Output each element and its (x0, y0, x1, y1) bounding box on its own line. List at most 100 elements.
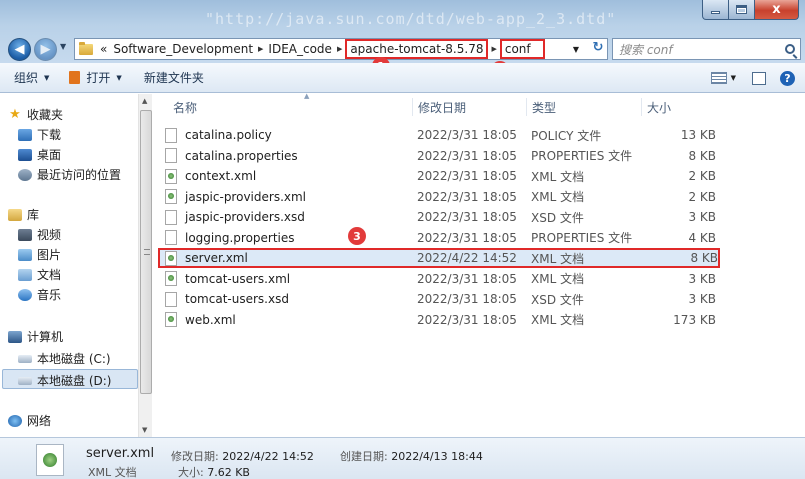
column-header-date[interactable]: 修改日期 (411, 94, 467, 120)
nav-computer[interactable]: 计算机 (8, 328, 63, 345)
file-date: 2022/3/31 18:05 (417, 271, 517, 286)
nav-documents[interactable]: 文档 (18, 266, 61, 283)
preview-pane-icon[interactable] (752, 71, 766, 85)
file-type: XML 文档 (531, 272, 585, 286)
column-header-type[interactable]: 类型 (525, 94, 556, 120)
search-icon[interactable] (785, 44, 795, 54)
column-header-size[interactable]: 大小 (640, 94, 672, 120)
file-size: 2 KB (688, 169, 716, 183)
nav-videos[interactable]: 视频 (18, 226, 61, 243)
file-date: 2022/3/31 18:05 (417, 189, 517, 204)
new-folder-button[interactable]: 新建文件夹 (132, 69, 214, 86)
xml-file-icon (165, 250, 177, 266)
file-type: XML 文档 (531, 251, 585, 266)
chevron-right-icon[interactable]: ▶ (335, 45, 344, 53)
file-size: 8 KB (690, 251, 718, 265)
help-icon[interactable]: ? (780, 70, 795, 86)
nav-downloads[interactable]: 下载 (18, 126, 61, 143)
file-type: PROPERTIES 文件 (531, 149, 633, 163)
minimize-button[interactable] (702, 0, 729, 20)
column-label: 修改日期 (418, 100, 467, 115)
maximize-button[interactable] (729, 0, 755, 20)
documents-icon (18, 268, 32, 281)
file-name: tomcat-users.xml (185, 271, 291, 286)
nav-music[interactable]: 音乐 (18, 286, 61, 303)
file-row[interactable]: jaspic-providers.xml 2022/3/31 18:05 XML 文… (161, 187, 716, 207)
chevron-right-icon[interactable]: ▶ (256, 45, 265, 53)
nav-label: 文档 (37, 268, 62, 282)
libraries-icon (8, 208, 22, 221)
file-type: POLICY 文件 (531, 128, 602, 143)
file-row[interactable]: tomcat-users.xml 2022/3/31 18:05 XML 文档 3 K… (161, 269, 716, 289)
breadcrumb-conf[interactable]: conf (499, 39, 545, 59)
details-created-value: 2022/4/13 18:44 (391, 450, 483, 463)
open-menu[interactable]: 打开 ▼ (59, 69, 131, 86)
nav-label: 图片 (37, 248, 62, 262)
file-icon (165, 230, 177, 245)
file-name-cell: context.xml (165, 168, 257, 184)
file-row[interactable]: logging.properties 2022/3/31 18:05 PROPERT… (161, 228, 716, 248)
xml-file-icon (165, 312, 177, 327)
details-size: 大小: 7.62 KB (178, 464, 250, 479)
details-modified: 修改日期: 2022/4/22 14:52 (171, 448, 314, 464)
search-placeholder: 搜索 conf (619, 42, 673, 57)
file-name: context.xml (185, 169, 257, 183)
nav-recent-places[interactable]: 最近访问的位置 (18, 166, 121, 183)
nav-pictures[interactable]: 图片 (18, 246, 61, 263)
nav-libraries[interactable]: 库 (8, 206, 39, 223)
nav-network[interactable]: 网络 (8, 412, 51, 429)
grip-icon (144, 249, 150, 255)
breadcrumb-apache-tomcat[interactable]: apache-tomcat-8.5.78 (345, 39, 489, 59)
file-row[interactable]: tomcat-users.xsd 2022/3/31 18:05 XSD 文件 3 K… (161, 289, 716, 309)
address-bar[interactable]: « Software_Development ▶ IDEA_code ▶ apa… (74, 38, 608, 60)
scroll-down-icon[interactable]: ▼ (142, 426, 147, 434)
hard-disk-icon (18, 354, 32, 363)
refresh-icon[interactable]: ↻ (588, 40, 608, 58)
file-size: 13 KB (680, 128, 716, 142)
file-type: XML 文档 (531, 313, 585, 327)
downloads-icon (18, 128, 32, 141)
file-name-cell: catalina.properties (165, 148, 298, 163)
nav-disk-d[interactable]: 本地磁盘 (D:) (18, 372, 111, 389)
close-button[interactable]: x (755, 0, 799, 20)
address-dropdown-icon[interactable]: ▼ (573, 45, 585, 54)
breadcrumb-idea-code[interactable]: IDEA_code (265, 42, 335, 56)
nav-label: 网络 (27, 414, 52, 428)
file-name-cell: catalina.policy (165, 127, 272, 143)
file-type: PROPERTIES 文件 (531, 231, 633, 245)
chevron-down-icon[interactable]: ▼ (731, 74, 736, 82)
forward-button[interactable]: ▶ (34, 38, 57, 61)
file-row-selected[interactable]: server.xml 2022/4/22 14:52 XML 文档 8 KB (158, 248, 720, 268)
column-label: 大小 (647, 100, 672, 115)
nav-favorites[interactable]: ★ 收藏夹 (8, 106, 63, 123)
command-toolbar: 组织 ▼ 打开 ▼ 新建文件夹 ▼ ? (0, 63, 805, 93)
breadcrumb-software-development[interactable]: Software_Development (110, 42, 256, 56)
scroll-up-icon[interactable]: ▲ (142, 97, 147, 105)
recent-pages-dropdown[interactable]: ▼ (60, 42, 66, 51)
xml-file-icon (165, 271, 177, 286)
file-row[interactable]: web.xml 2022/3/31 18:05 XML 文档 173 KB (161, 310, 716, 330)
chevron-right-icon[interactable]: ▶ (489, 45, 498, 53)
back-button[interactable]: ◀ (8, 38, 31, 61)
view-options-icon[interactable] (710, 72, 727, 84)
nav-label: 最近访问的位置 (37, 168, 122, 182)
file-name: logging.properties (185, 230, 295, 245)
nav-disk-c[interactable]: 本地磁盘 (C:) (18, 350, 111, 367)
nav-desktop[interactable]: 桌面 (18, 146, 61, 163)
address-overflow[interactable]: « (97, 42, 110, 56)
file-row[interactable]: catalina.policy 2022/3/31 18:05 POLICY 文件 1… (161, 125, 716, 145)
search-box[interactable]: 搜索 conf (612, 38, 801, 60)
scrollbar-thumb[interactable] (140, 110, 152, 394)
sort-ascending-icon: ▲ (304, 92, 310, 100)
file-row[interactable]: jaspic-providers.xsd 2022/3/31 18:05 XSD 文… (161, 207, 716, 227)
file-date: 2022/3/31 18:05 (417, 169, 517, 183)
desktop-icon (18, 148, 32, 161)
file-size: 3 KB (688, 292, 716, 306)
nav-label: 收藏夹 (27, 108, 64, 122)
nav-scrollbar[interactable]: ▲ ▼ (138, 94, 152, 437)
nav-label: 音乐 (37, 288, 62, 302)
file-row[interactable]: context.xml 2022/3/31 18:05 XML 文档 2 KB (161, 166, 716, 186)
file-row[interactable]: catalina.properties 2022/3/31 18:05 PROPER… (161, 146, 716, 166)
organize-menu[interactable]: 组织 ▼ (0, 69, 59, 86)
column-header-name[interactable]: 名称 ▲ (173, 92, 309, 120)
